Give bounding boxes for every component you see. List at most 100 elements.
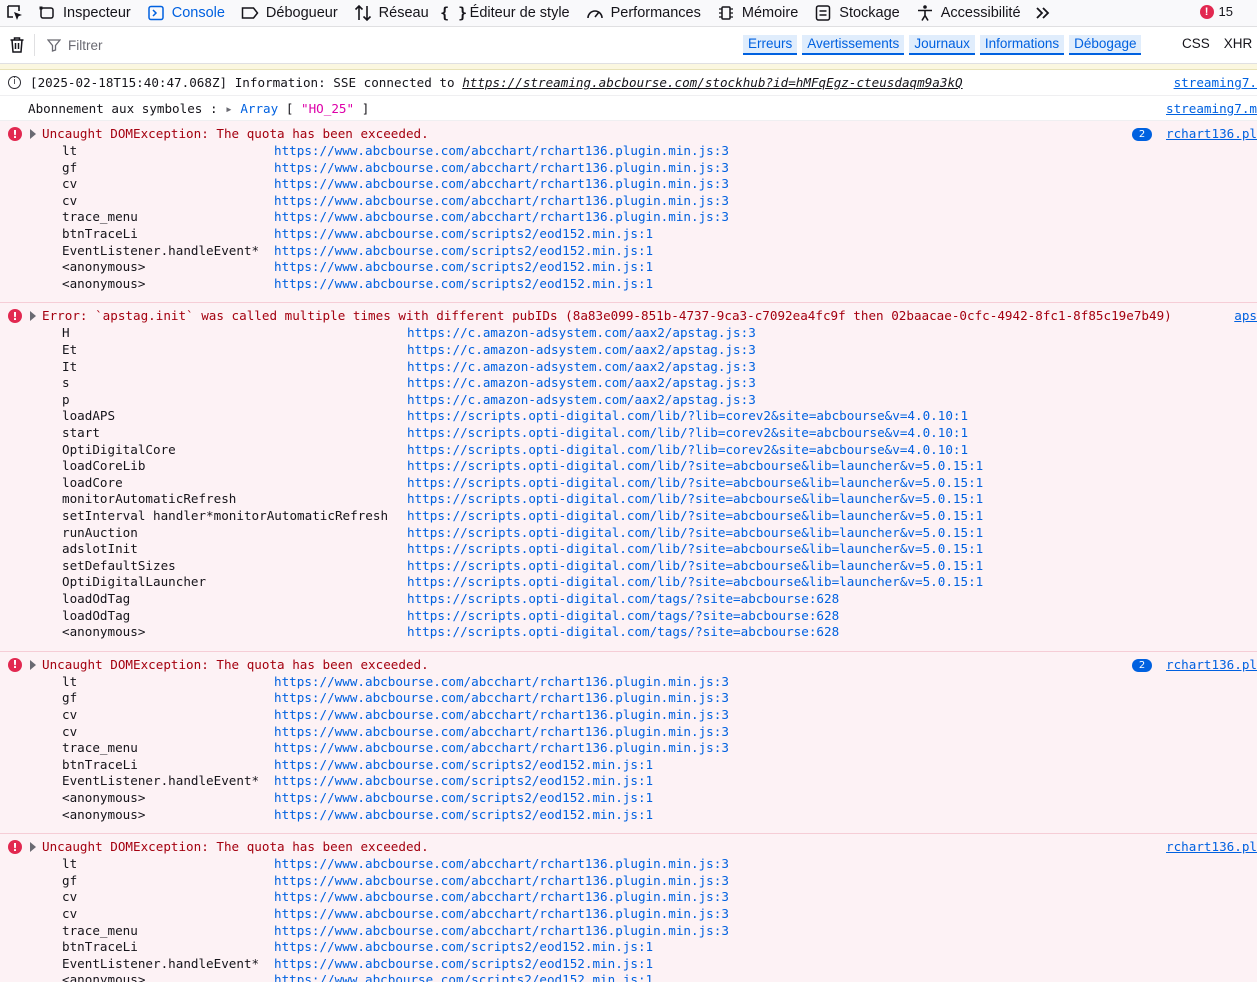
frame-location-link[interactable]: https://scripts.opti-digital.com/lib/?si… — [407, 491, 983, 506]
frame-location-link[interactable]: https://www.abcbourse.com/scripts2/eod15… — [274, 259, 653, 274]
frame-location-link[interactable]: https://www.abcbourse.com/scripts2/eod15… — [274, 773, 653, 788]
log-label: Abonnement aux symboles : — [28, 101, 226, 116]
level-erreurs[interactable]: Erreurs — [743, 35, 798, 55]
frame-location-link[interactable]: https://www.abcbourse.com/abcchart/rchar… — [274, 906, 729, 921]
frame-function: lt — [62, 143, 78, 158]
tab-inspecteur[interactable]: Inspecteur — [30, 0, 139, 26]
frame-location-link[interactable]: https://www.abcbourse.com/abcchart/rchar… — [274, 923, 729, 938]
expand-twisty-icon[interactable] — [30, 842, 36, 853]
error-icon: ! — [1199, 4, 1214, 19]
frame-location-link[interactable]: https://www.abcbourse.com/scripts2/eod15… — [274, 243, 653, 258]
error-count-button[interactable]: ! 15 — [1199, 4, 1233, 19]
frame-function: OptiDigitalLauncher — [62, 574, 207, 590]
level-avertissements[interactable]: Avertissements — [802, 35, 905, 55]
frame-location-link[interactable]: https://scripts.opti-digital.com/tags/?s… — [407, 608, 839, 623]
frame-location-link[interactable]: https://www.abcbourse.com/abcchart/rchar… — [274, 724, 729, 739]
frame-location-link[interactable]: https://www.abcbourse.com/abcchart/rchar… — [274, 856, 729, 871]
tab-memoire[interactable]: Mémoire — [709, 0, 806, 26]
tab-debogueur[interactable]: Débogueur — [233, 0, 346, 26]
tab-editeur-de-style[interactable]: { } Éditeur de style — [437, 0, 578, 26]
frame-location-link[interactable]: https://www.abcbourse.com/scripts2/eod15… — [274, 757, 653, 772]
frame-location-link[interactable]: https://www.abcbourse.com/abcchart/rchar… — [274, 740, 729, 755]
level-debogage[interactable]: Débogage — [1069, 35, 1142, 55]
level-journaux[interactable]: Journaux — [909, 35, 975, 55]
filter-input[interactable] — [66, 36, 670, 54]
frame-location-link[interactable]: https://www.abcbourse.com/abcchart/rchar… — [274, 176, 729, 191]
expand-twisty-icon[interactable] — [30, 129, 36, 139]
expand-twisty-icon[interactable] — [30, 311, 36, 322]
message-source-link[interactable]: rchart136.pl — [1166, 126, 1257, 141]
frame-location-link[interactable]: https://scripts.opti-digital.com/tags/?s… — [407, 624, 839, 639]
frame-location-link[interactable]: https://www.abcbourse.com/abcchart/rchar… — [274, 143, 729, 158]
frame-location-link[interactable]: https://scripts.opti-digital.com/lib/?si… — [407, 541, 983, 556]
frame-location-link[interactable]: https://scripts.opti-digital.com/lib/?li… — [407, 408, 968, 423]
frame-location-link[interactable]: https://scripts.opti-digital.com/lib/?si… — [407, 558, 983, 573]
element-picker-button[interactable] — [0, 0, 30, 26]
frame-location-link[interactable]: https://www.abcbourse.com/abcchart/rchar… — [274, 873, 729, 888]
frame-location-link[interactable]: https://www.abcbourse.com/scripts2/eod15… — [274, 972, 653, 982]
console-output: i [2025-02-18T15:40:47.068Z] Information… — [0, 70, 1257, 982]
frame-location-link[interactable]: https://scripts.opti-digital.com/lib/?si… — [407, 508, 983, 523]
error-icon: ! — [8, 127, 22, 141]
frame-location-link[interactable]: https://c.amazon-adsystem.com/aax2/apsta… — [407, 342, 756, 357]
frame-location-link[interactable]: https://www.abcbourse.com/scripts2/eod15… — [274, 790, 653, 805]
expand-twisty-icon[interactable] — [30, 659, 36, 670]
frame-location-link[interactable]: https://scripts.opti-digital.com/lib/?si… — [407, 458, 983, 473]
tab-performances[interactable]: Performances — [578, 0, 709, 26]
frame-location-link[interactable]: https://www.abcbourse.com/scripts2/eod15… — [274, 276, 653, 291]
more-tools-button[interactable] — [1029, 6, 1057, 20]
frame-location-link[interactable]: https://www.abcbourse.com/scripts2/eod15… — [274, 939, 653, 954]
frame-function: trace_menu — [62, 922, 138, 938]
message-source-link[interactable]: rchart136.pl — [1166, 657, 1257, 672]
frame-location-link[interactable]: https://www.abcbourse.com/scripts2/eod15… — [274, 226, 653, 241]
frame-function: EventListener.handleEvent* — [62, 242, 260, 258]
frame-location-link[interactable]: https://www.abcbourse.com/abcchart/rchar… — [274, 209, 729, 224]
frame-function: <anonymous> — [62, 789, 146, 805]
stack-frame: cv https://www.abcbourse.com/abcchart/rch… — [0, 193, 1257, 210]
expand-array-icon[interactable]: ▸ — [225, 101, 240, 116]
frame-location-link[interactable]: https://www.abcbourse.com/abcchart/rchar… — [274, 690, 729, 705]
frame-location-link[interactable]: https://scripts.opti-digital.com/lib/?si… — [407, 525, 983, 540]
frame-location-link[interactable]: https://scripts.opti-digital.com/lib/?li… — [407, 442, 968, 457]
frame-location-link[interactable]: https://www.abcbourse.com/scripts2/eod15… — [274, 807, 653, 822]
sse-url-link[interactable]: https://streaming.abcbourse.com/stockhub… — [462, 75, 962, 90]
array-preview[interactable]: Array — [240, 101, 278, 116]
frame-location-link[interactable]: https://c.amazon-adsystem.com/aax2/apsta… — [407, 392, 756, 407]
frame-location-link[interactable]: https://www.abcbourse.com/abcchart/rchar… — [274, 193, 729, 208]
frame-location-link[interactable]: https://www.abcbourse.com/abcchart/rchar… — [274, 674, 729, 689]
clear-console-button[interactable] — [0, 36, 34, 54]
message-source-link[interactable]: streaming7.m — [1166, 101, 1257, 116]
message-source-link[interactable]: rchart136.pl — [1166, 839, 1257, 854]
filter-css[interactable]: CSS — [1182, 36, 1210, 51]
frame-location-link[interactable]: https://c.amazon-adsystem.com/aax2/apsta… — [407, 325, 756, 340]
frame-location-link[interactable]: https://scripts.opti-digital.com/tags/?s… — [407, 591, 839, 606]
frame-location-link[interactable]: https://www.abcbourse.com/abcchart/rchar… — [274, 160, 729, 175]
error-text: Uncaught DOMException: The quota has bee… — [42, 656, 429, 672]
tab-stockage[interactable]: Stockage — [806, 0, 907, 26]
message-source-link[interactable]: streaming7. — [1174, 75, 1257, 90]
level-informations[interactable]: Informations — [979, 35, 1065, 55]
tab-label: Accessibilité — [940, 5, 1021, 21]
debugger-icon — [241, 4, 259, 22]
frame-location-link[interactable]: https://c.amazon-adsystem.com/aax2/apsta… — [407, 359, 756, 374]
frame-function: gf — [62, 690, 78, 706]
frame-location-link[interactable]: https://scripts.opti-digital.com/lib/?si… — [407, 574, 983, 589]
frame-function: cv — [62, 889, 78, 905]
storage-icon — [814, 4, 832, 22]
frame-function: <anonymous> — [62, 259, 146, 275]
frame-location-link[interactable]: https://www.abcbourse.com/abcchart/rchar… — [274, 707, 729, 722]
frame-location-link[interactable]: https://www.abcbourse.com/scripts2/eod15… — [274, 956, 653, 971]
frame-location-link[interactable]: https://c.amazon-adsystem.com/aax2/apsta… — [407, 375, 756, 390]
tab-console[interactable]: Console — [139, 0, 233, 26]
frame-location-link[interactable]: https://www.abcbourse.com/abcchart/rchar… — [274, 889, 729, 904]
message-source-link[interactable]: aps — [1234, 308, 1257, 323]
trash-icon — [10, 37, 24, 53]
frame-location-link[interactable]: https://scripts.opti-digital.com/lib/?li… — [407, 425, 968, 440]
frame-location-link[interactable]: https://scripts.opti-digital.com/lib/?si… — [407, 475, 983, 490]
frame-function: trace_menu — [62, 209, 138, 225]
tab-accessibilite[interactable]: Accessibilité — [908, 0, 1029, 26]
console-icon — [147, 4, 165, 22]
stack-frame: OptiDigitalLauncher https://scripts.opti-… — [0, 574, 1257, 591]
tab-reseau[interactable]: Réseau — [346, 0, 437, 26]
filter-xhr[interactable]: XHR — [1224, 36, 1253, 51]
